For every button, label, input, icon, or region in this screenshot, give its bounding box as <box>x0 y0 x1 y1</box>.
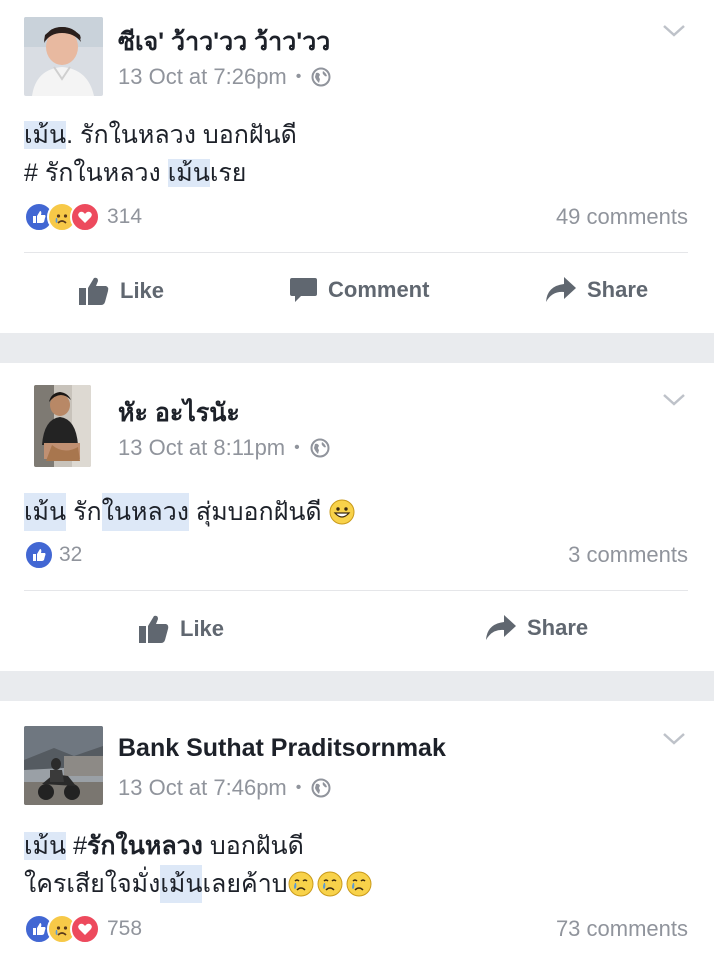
avatar[interactable] <box>24 726 103 805</box>
comment-bubble-icon <box>290 278 317 302</box>
feed-separator <box>0 671 714 701</box>
reaction-summary[interactable]: 32 3 comments <box>24 539 688 571</box>
comment-label: Comment <box>328 277 430 302</box>
chevron-down-icon[interactable] <box>662 732 686 746</box>
crying-emoji-icon <box>317 871 343 897</box>
post-timestamp[interactable]: 13 Oct at 7:46pm <box>118 775 287 801</box>
share-button[interactable]: Share <box>544 276 648 304</box>
author-name[interactable]: ซีเจ' ว้าว'วว ว้าว'วว <box>118 22 330 62</box>
thumbs-up-icon <box>139 615 169 643</box>
author-name[interactable]: หัะ อะไรนัะ <box>118 393 240 433</box>
meta-separator: • <box>294 439 300 456</box>
reaction-summary[interactable]: 314 49 comments <box>24 201 688 233</box>
avatar[interactable] <box>24 17 103 96</box>
highlight-text: เม้น <box>167 159 210 187</box>
post-text-line: ใครเสียใจมั่ง เม้น เลยค้าบ <box>24 865 372 903</box>
globe-icon <box>311 67 331 87</box>
post-text: เม้น. รักในหลวง บอกฝันดี # รักในหลวง เม้… <box>24 116 297 192</box>
post-text-line: เม้น #รักในหลวง บอกฝันดี <box>24 827 372 865</box>
post-text-line: # รักในหลวง เม้นเรย <box>24 154 297 192</box>
text-segment[interactable]: # <box>66 832 87 860</box>
post-3: Bank Suthat Praditsornmak 13 Oct at 7:46… <box>0 701 714 960</box>
highlight-text: เม้น <box>24 832 67 860</box>
highlight-text: เม้น <box>24 493 67 531</box>
grinning-emoji-icon <box>329 499 355 525</box>
globe-icon <box>311 778 331 798</box>
post-text-line: เม้น รัก ในหลวง สุ่มบอกฝันดี <box>24 493 355 531</box>
chevron-down-icon[interactable] <box>662 393 686 407</box>
author-name[interactable]: Bank Suthat Praditsornmak <box>118 734 446 763</box>
meta-separator: • <box>295 779 302 796</box>
comments-count-link[interactable]: 49 comments <box>556 204 688 230</box>
like-label: Like <box>180 616 225 641</box>
meta-separator: • <box>295 68 302 85</box>
avatar[interactable] <box>34 385 91 467</box>
crying-emoji-icon <box>288 871 314 897</box>
comments-count-link[interactable]: 3 comments <box>568 542 688 568</box>
post-meta: 13 Oct at 7:46pm • <box>118 775 331 801</box>
divider <box>24 590 688 591</box>
post-text: เม้น รัก ในหลวง สุ่มบอกฝันดี <box>24 493 355 531</box>
text-segment: เลยค้าบ <box>202 870 288 898</box>
reaction-count: 314 <box>107 205 143 228</box>
post-2: หัะ อะไรนัะ 13 Oct at 8:11pm • เม้น รักใ… <box>0 363 714 671</box>
reaction-count: 758 <box>107 917 143 940</box>
hashtag[interactable]: # รักในหลวง <box>24 159 168 187</box>
reaction-icons <box>24 202 100 232</box>
text-segment: . รักในหลวง บอกฝันดี <box>66 121 297 149</box>
text-segment: รัก <box>66 498 102 526</box>
share-label: Share <box>527 615 589 640</box>
share-button[interactable]: Share <box>484 614 588 642</box>
share-arrow-icon <box>546 277 576 302</box>
post-meta: 13 Oct at 8:11pm • <box>118 435 330 461</box>
highlight-text: ในหลวง <box>101 493 189 531</box>
post-text-line: เม้น. รักในหลวง บอกฝันดี <box>24 116 297 154</box>
crying-emoji-icon <box>346 871 372 897</box>
post-timestamp[interactable]: 13 Oct at 8:11pm <box>118 435 285 461</box>
share-arrow-icon <box>486 615 516 640</box>
like-reaction-icon <box>24 540 54 570</box>
comments-count-link[interactable]: 73 comments <box>556 916 688 942</box>
reaction-icons <box>24 540 54 570</box>
globe-icon <box>310 438 330 458</box>
hashtag[interactable]: รักในหลวง <box>87 832 203 860</box>
feed-separator <box>0 333 714 363</box>
reaction-count: 32 <box>59 543 83 566</box>
chevron-down-icon[interactable] <box>662 24 686 38</box>
love-reaction-icon <box>70 202 100 232</box>
text-segment: สุ่มบอกฝันดี <box>188 498 329 526</box>
post-meta: 13 Oct at 7:26pm • <box>118 64 331 90</box>
reaction-summary[interactable]: 758 73 comments <box>24 913 688 945</box>
post-text: เม้น #รักในหลวง บอกฝันดี ใครเสียใจมั่ง เม… <box>24 827 372 903</box>
text-segment: ใครเสียใจมั่ง <box>24 870 161 898</box>
like-label: Like <box>120 278 165 303</box>
highlight-text: เม้น <box>160 865 203 903</box>
post-1: ซีเจ' ว้าว'วว ว้าว'วว 13 Oct at 7:26pm •… <box>0 0 714 333</box>
thumbs-up-icon <box>79 277 109 305</box>
share-label: Share <box>587 277 649 302</box>
post-timestamp[interactable]: 13 Oct at 7:26pm <box>118 64 287 90</box>
love-reaction-icon <box>70 914 100 944</box>
like-button[interactable]: Like <box>78 276 164 306</box>
divider <box>24 252 688 253</box>
like-button[interactable]: Like <box>138 614 224 644</box>
highlight-text: เม้น <box>24 121 67 149</box>
text-segment: เรย <box>209 159 247 187</box>
text-segment: บอกฝันดี <box>202 832 304 860</box>
reaction-icons <box>24 914 100 944</box>
comment-button[interactable]: Comment <box>289 276 429 304</box>
